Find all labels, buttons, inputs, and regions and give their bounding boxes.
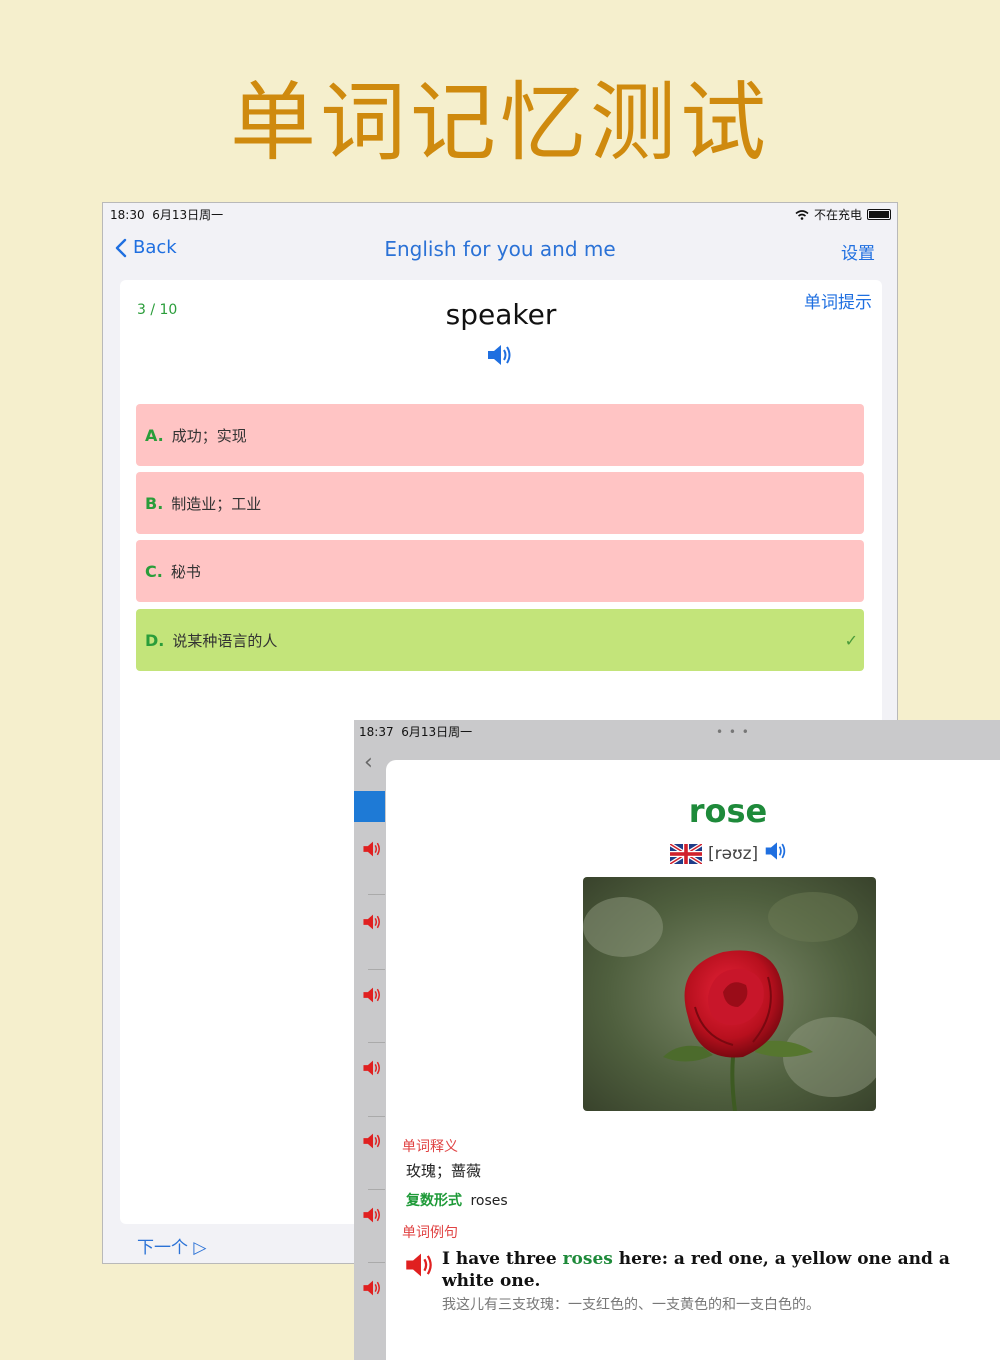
option-letter: B. [145,493,164,513]
word-detail-screen: 18:37 6月13日周一 • • • ‹ rose [rəʊz] 单词释义 玫… [354,720,1000,1360]
option-text: 制造业；工业 [171,494,262,513]
quiz-word: speaker [445,298,557,331]
example-label: 单词例句 [402,1225,458,1241]
battery-icon [867,209,891,220]
option-b[interactable]: B. 制造业；工业 [136,472,864,534]
phonetic-row: [rəʊz] [670,838,790,869]
speaker-icon[interactable] [362,838,384,864]
example-highlight: roses [562,1249,613,1269]
list-divider [368,894,385,895]
phonetic-text: [rəʊz] [708,843,759,864]
speaker-icon[interactable] [362,1130,384,1156]
plural-form: 复数形式 roses [406,1190,508,1210]
speaker-icon[interactable] [362,1277,384,1303]
word-hint-button[interactable]: 单词提示 [804,288,872,313]
option-letter: A. [145,425,164,445]
status-date: 6月13日周一 [152,208,224,222]
detail-word: rose [688,792,768,830]
speaker-icon[interactable] [362,984,384,1010]
rose-photo [583,877,876,1111]
speaker-icon[interactable] [362,1204,384,1230]
example-text: I have three [442,1249,563,1269]
list-divider [368,969,385,970]
pronounce-button[interactable] [486,340,516,374]
pronounce-button[interactable] [764,838,790,869]
chevron-left-icon[interactable]: ‹ [364,750,373,775]
plural-text: roses [470,1193,508,1209]
list-divider [368,1116,385,1117]
meaning-text: 玫瑰；蔷薇 [406,1162,482,1180]
speaker-icon[interactable] [362,1057,384,1083]
status-time: 18:37 [359,725,394,739]
list-divider [368,1262,385,1263]
nav-bar: Back English for you and me 设置 [103,229,897,273]
option-d[interactable]: D. 说某种语言的人 ✓ [136,609,864,671]
next-button[interactable]: 下一个 ▷ [137,1233,206,1258]
word-detail-sheet: rose [rəʊz] 单词释义 玫瑰；蔷薇 复数形式 roses 单词例句 I… [386,760,1000,1360]
nav-title: English for you and me [384,237,616,261]
meaning-label: 单词释义 [402,1139,458,1155]
speaker-icon [765,842,786,860]
example-translation: 我这儿有三支玫瑰：一支红色的、一支黄色的和一支白色的。 [442,1297,820,1313]
selected-row-indicator [354,791,385,822]
option-text: 说某种语言的人 [172,631,278,650]
list-divider [368,1042,385,1043]
status-date: 6月13日周一 [401,725,473,739]
speaker-icon[interactable] [362,911,384,937]
promo-headline: 单词记忆测试 [230,73,770,173]
checkmark-icon: ✓ [844,630,858,650]
status-bar: 18:30 6月13日周一 不在充电 [103,203,897,225]
example-speaker-button[interactable] [404,1248,438,1286]
list-divider [368,1189,385,1190]
settings-button[interactable]: 设置 [841,239,875,264]
uk-flag-icon [670,843,702,864]
wifi-icon [795,209,809,220]
plural-label: 复数形式 [406,1193,462,1209]
option-text: 秘书 [170,562,201,581]
speaker-icon [406,1253,432,1277]
option-c[interactable]: C. 秘书 [136,540,864,602]
multitask-dots-icon[interactable]: • • • [716,725,750,739]
option-letter: C. [145,561,163,581]
charging-status: 不在充电 [813,208,862,222]
option-a[interactable]: A. 成功；实现 [136,404,864,466]
speaker-icon [488,345,511,365]
option-letter: D. [145,630,165,650]
status-time: 18:30 [110,208,145,222]
example-sentence: I have three roses here: a red one, a ye… [442,1248,982,1292]
option-text: 成功；实现 [171,426,247,445]
